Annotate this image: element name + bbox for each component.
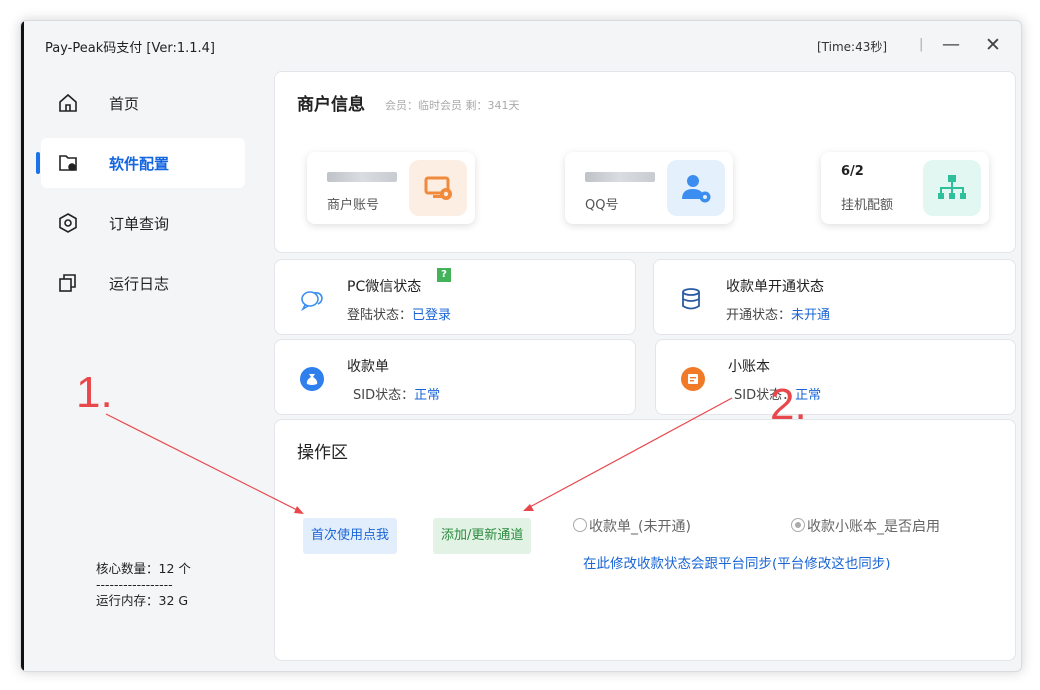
- arrow-line-two: [527, 397, 733, 509]
- arrow-head-one: [294, 506, 304, 514]
- arrow-line-one: [105, 413, 302, 513]
- annotation-arrows: [105, 397, 733, 514]
